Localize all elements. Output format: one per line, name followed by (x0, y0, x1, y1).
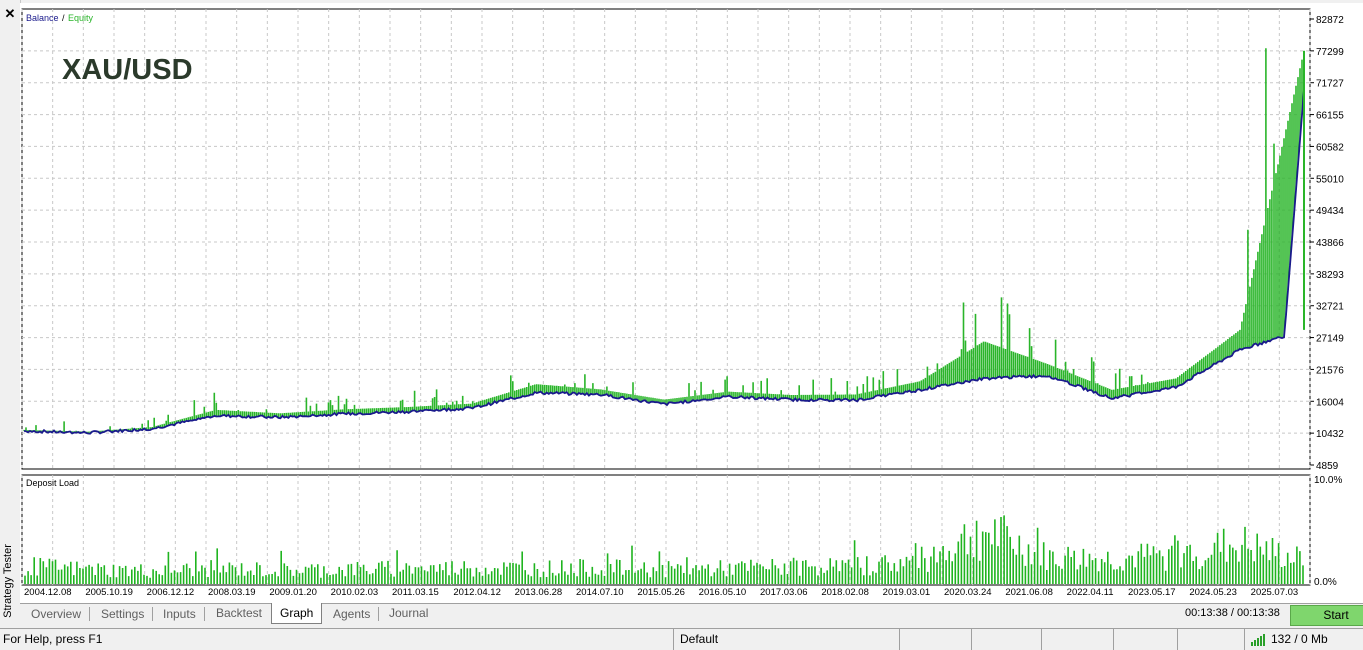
y-tick-label: 77299 (1316, 47, 1344, 58)
network-usage: 132 / 0 Mb (1271, 632, 1328, 646)
equity-series (23, 48, 1305, 434)
status-divider (1177, 629, 1178, 650)
y-tick-label: 32721 (1316, 302, 1344, 313)
y-tick-label: 49434 (1316, 206, 1344, 217)
x-tick-label: 2021.06.08 (1005, 587, 1053, 598)
tab-settings[interactable]: Settings (93, 607, 154, 621)
x-tick-label: 2009.01.20 (269, 587, 317, 598)
tab-backtest[interactable]: Backtest (208, 604, 270, 624)
x-tick-label: 2025.07.03 (1251, 587, 1299, 598)
y-tick-label: 4859 (1316, 461, 1339, 472)
x-tick-label: 2018.02.08 (821, 587, 869, 598)
y-tick-label: 82872 (1316, 15, 1344, 26)
tab-inputs[interactable]: Inputs (155, 607, 205, 621)
status-divider (1113, 629, 1114, 650)
tab-overview[interactable]: Overview (23, 607, 91, 621)
legend-equity: Equity (68, 13, 94, 23)
x-tick-label: 2023.05.17 (1128, 587, 1176, 598)
x-tick-label: 2008.03.19 (208, 587, 256, 598)
load-y-min: 0.0% (1314, 577, 1337, 588)
start-button[interactable]: Start (1290, 605, 1363, 626)
x-tick-label: 2006.12.12 (147, 587, 195, 598)
y-tick-label: 10432 (1316, 429, 1344, 440)
elapsed-timer: 00:13:38 / 00:13:38 (1185, 607, 1280, 619)
x-tick-label: 2022.04.11 (1067, 587, 1114, 598)
x-tick-label: 2004.12.08 (24, 587, 72, 598)
legend-separator: / (62, 13, 65, 23)
deposit-load-bars (24, 515, 1304, 584)
status-divider (1244, 629, 1245, 650)
x-tick-label: 2010.02.03 (331, 587, 379, 598)
load-y-max: 10.0% (1314, 475, 1342, 486)
y-tick-label: 71727 (1316, 79, 1344, 90)
y-tick-label: 21576 (1316, 365, 1344, 376)
status-divider (971, 629, 972, 650)
x-tick-label: 2015.05.26 (637, 587, 685, 598)
y-tick-label: 43866 (1316, 238, 1344, 249)
panel-title: Strategy Tester (2, 544, 14, 618)
x-tick-label: 2016.05.10 (699, 587, 747, 598)
status-divider (673, 629, 674, 650)
y-tick-label: 27149 (1316, 334, 1344, 345)
network-status: 132 / 0 Mb (1251, 632, 1328, 646)
y-tick-label: 16004 (1316, 397, 1344, 408)
y-tick-label: 60582 (1316, 142, 1344, 153)
x-tick-label: 2020.03.24 (944, 587, 992, 598)
tester-graph: 82872 77299 71727 66155 60582 55010 49434 43866… (21, 8, 1344, 598)
legend-balance: Balance (26, 13, 59, 23)
help-text: For Help, press F1 (3, 632, 103, 646)
y-tick-label: 55010 (1316, 174, 1344, 185)
y-tick-label: 66155 (1316, 111, 1344, 122)
tab-graph[interactable]: Graph (271, 603, 323, 624)
tab-bar: Overview Settings Inputs Backtest Graph … (20, 603, 1363, 628)
y-tick-label: 38293 (1316, 270, 1344, 281)
x-tick-label: 2019.03.01 (883, 587, 931, 598)
status-divider (899, 629, 900, 650)
x-tick-label: 2005.10.19 (85, 587, 133, 598)
side-panel: ✕ Strategy Tester (0, 0, 21, 628)
symbol-title: XAU/USD (62, 54, 193, 86)
tab-journal[interactable]: Journal (381, 604, 436, 624)
status-bar: For Help, press F1 Default 132 / 0 Mb (0, 628, 1363, 650)
tab-agents[interactable]: Agents (325, 607, 380, 621)
x-tick-label: 2013.06.28 (515, 587, 563, 598)
chart-area: 82872 77299 71727 66155 60582 55010 49434 43866… (20, 3, 1363, 603)
x-tick-label: 2014.07.10 (576, 587, 624, 598)
signal-icon (1251, 632, 1266, 646)
profile-name: Default (680, 632, 719, 646)
x-tick-label: 2024.05.23 (1189, 587, 1237, 598)
close-icon[interactable]: ✕ (3, 7, 17, 21)
x-tick-label: 2011.03.15 (392, 587, 439, 598)
balance-series (23, 89, 1305, 435)
x-tick-label: 2017.03.06 (760, 587, 808, 598)
load-title: Deposit Load (26, 478, 79, 488)
x-tick-label: 2012.04.12 (453, 587, 501, 598)
status-divider (1041, 629, 1042, 650)
